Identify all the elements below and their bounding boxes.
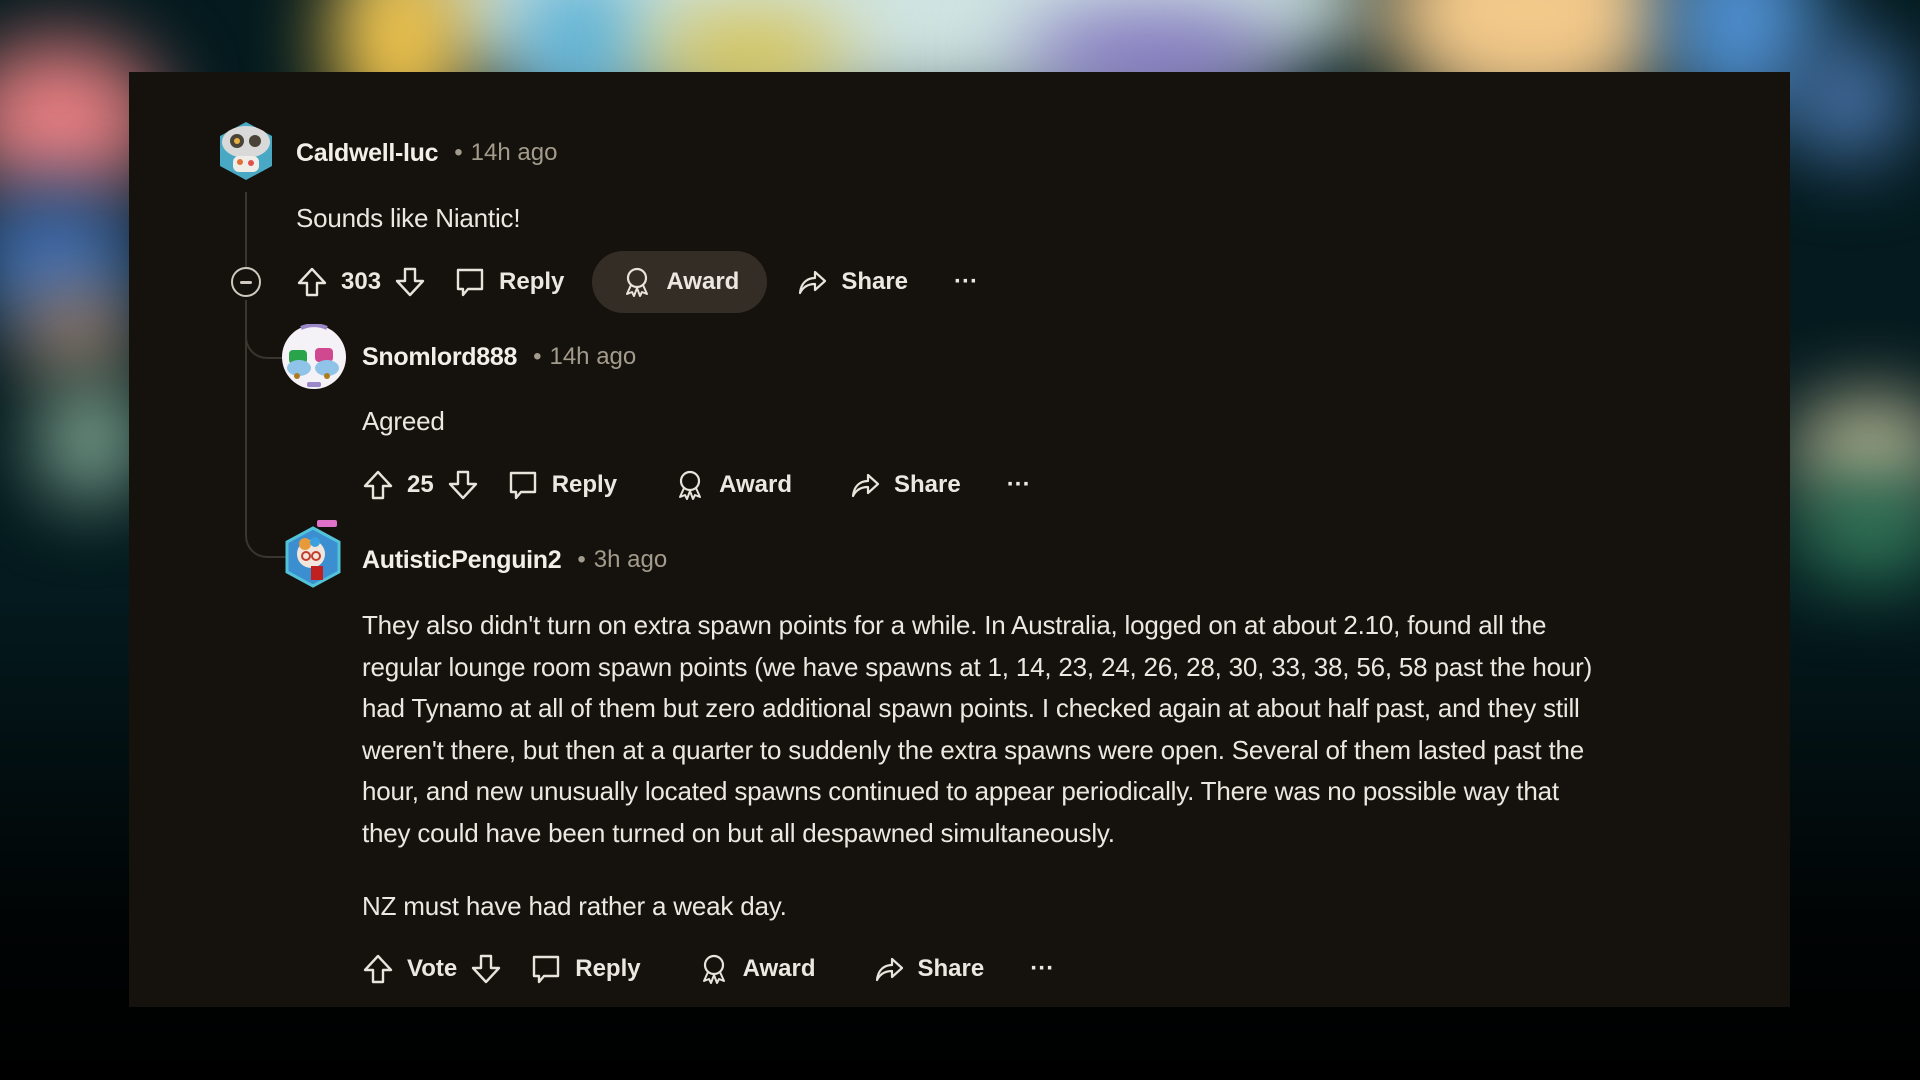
downvote-button[interactable]: [393, 251, 427, 313]
timestamp: • 14h ago: [533, 343, 637, 370]
award-ribbon-icon: [679, 470, 702, 500]
comment-body: Agreed: [362, 406, 445, 436]
vote-count: 25: [407, 471, 434, 498]
share-arrow-icon: [851, 473, 880, 498]
avatar[interactable]: [283, 520, 343, 590]
minus-icon: [240, 280, 252, 284]
collapse-thread-button[interactable]: [231, 267, 261, 297]
username[interactable]: AutisticPenguin2: [362, 546, 562, 575]
username[interactable]: Caldwell-luc: [296, 139, 439, 168]
award-button[interactable]: Award: [697, 938, 816, 1000]
more-options-button[interactable]: ···: [954, 251, 978, 313]
share-button[interactable]: Share: [848, 454, 961, 516]
timestamp: • 3h ago: [577, 546, 668, 573]
downvote-arrow-icon: [472, 954, 501, 984]
more-options-button[interactable]: ···: [1030, 938, 1054, 1000]
comment-thread-panel: Caldwell-luc • 14h ago Sounds like Nianti…: [129, 72, 1790, 1007]
upvote-button[interactable]: [361, 454, 395, 516]
comment-bubble-icon: [456, 268, 484, 297]
comment-actions: Vote Reply Award Share ···: [361, 938, 1054, 1000]
downvote-button[interactable]: [469, 938, 503, 1000]
upvote-arrow-icon: [363, 954, 393, 984]
downvote-arrow-icon: [448, 470, 477, 500]
reply-button[interactable]: Reply: [453, 251, 564, 313]
upvote-button[interactable]: [361, 938, 395, 1000]
thread-connector: [245, 452, 287, 558]
share-arrow-icon: [799, 270, 827, 295]
share-button[interactable]: Share: [872, 938, 984, 1000]
comment-body: Sounds like Niantic!: [296, 203, 521, 233]
comment-bubble-icon: [533, 955, 560, 984]
thread-line-upper: [245, 192, 247, 267]
award-ribbon-icon: [626, 267, 649, 297]
comment-bubble-icon: [509, 471, 536, 500]
comment-actions: 303 Reply Award Share ···: [295, 251, 978, 313]
award-ribbon-icon: [702, 954, 725, 984]
award-button[interactable]: Award: [592, 251, 768, 313]
comment-body-paragraph: NZ must have had rather a weak day.: [362, 891, 787, 921]
timestamp: • 14h ago: [454, 139, 558, 166]
upvote-button[interactable]: [295, 251, 329, 313]
reply-button[interactable]: Reply: [506, 454, 617, 516]
vote-label: Vote: [407, 955, 458, 982]
vote-count: 303: [341, 268, 382, 295]
avatar[interactable]: [281, 324, 347, 390]
upvote-arrow-icon: [363, 470, 393, 500]
downvote-button[interactable]: [446, 454, 480, 516]
share-arrow-icon: [875, 957, 903, 982]
avatar[interactable]: [215, 120, 277, 182]
upvote-arrow-icon: [297, 267, 327, 297]
award-button[interactable]: Award: [673, 454, 792, 516]
comment-actions: 25 Reply Award Share ···: [361, 454, 1031, 516]
share-button[interactable]: Share: [795, 251, 908, 313]
downvote-arrow-icon: [395, 267, 425, 297]
thread-connector: [245, 307, 285, 359]
username[interactable]: Snomlord888: [362, 343, 517, 372]
more-options-button[interactable]: ···: [1007, 454, 1031, 516]
comment-body: They also didn't turn on extra spawn poi…: [362, 610, 1593, 848]
reply-button[interactable]: Reply: [529, 938, 641, 1000]
